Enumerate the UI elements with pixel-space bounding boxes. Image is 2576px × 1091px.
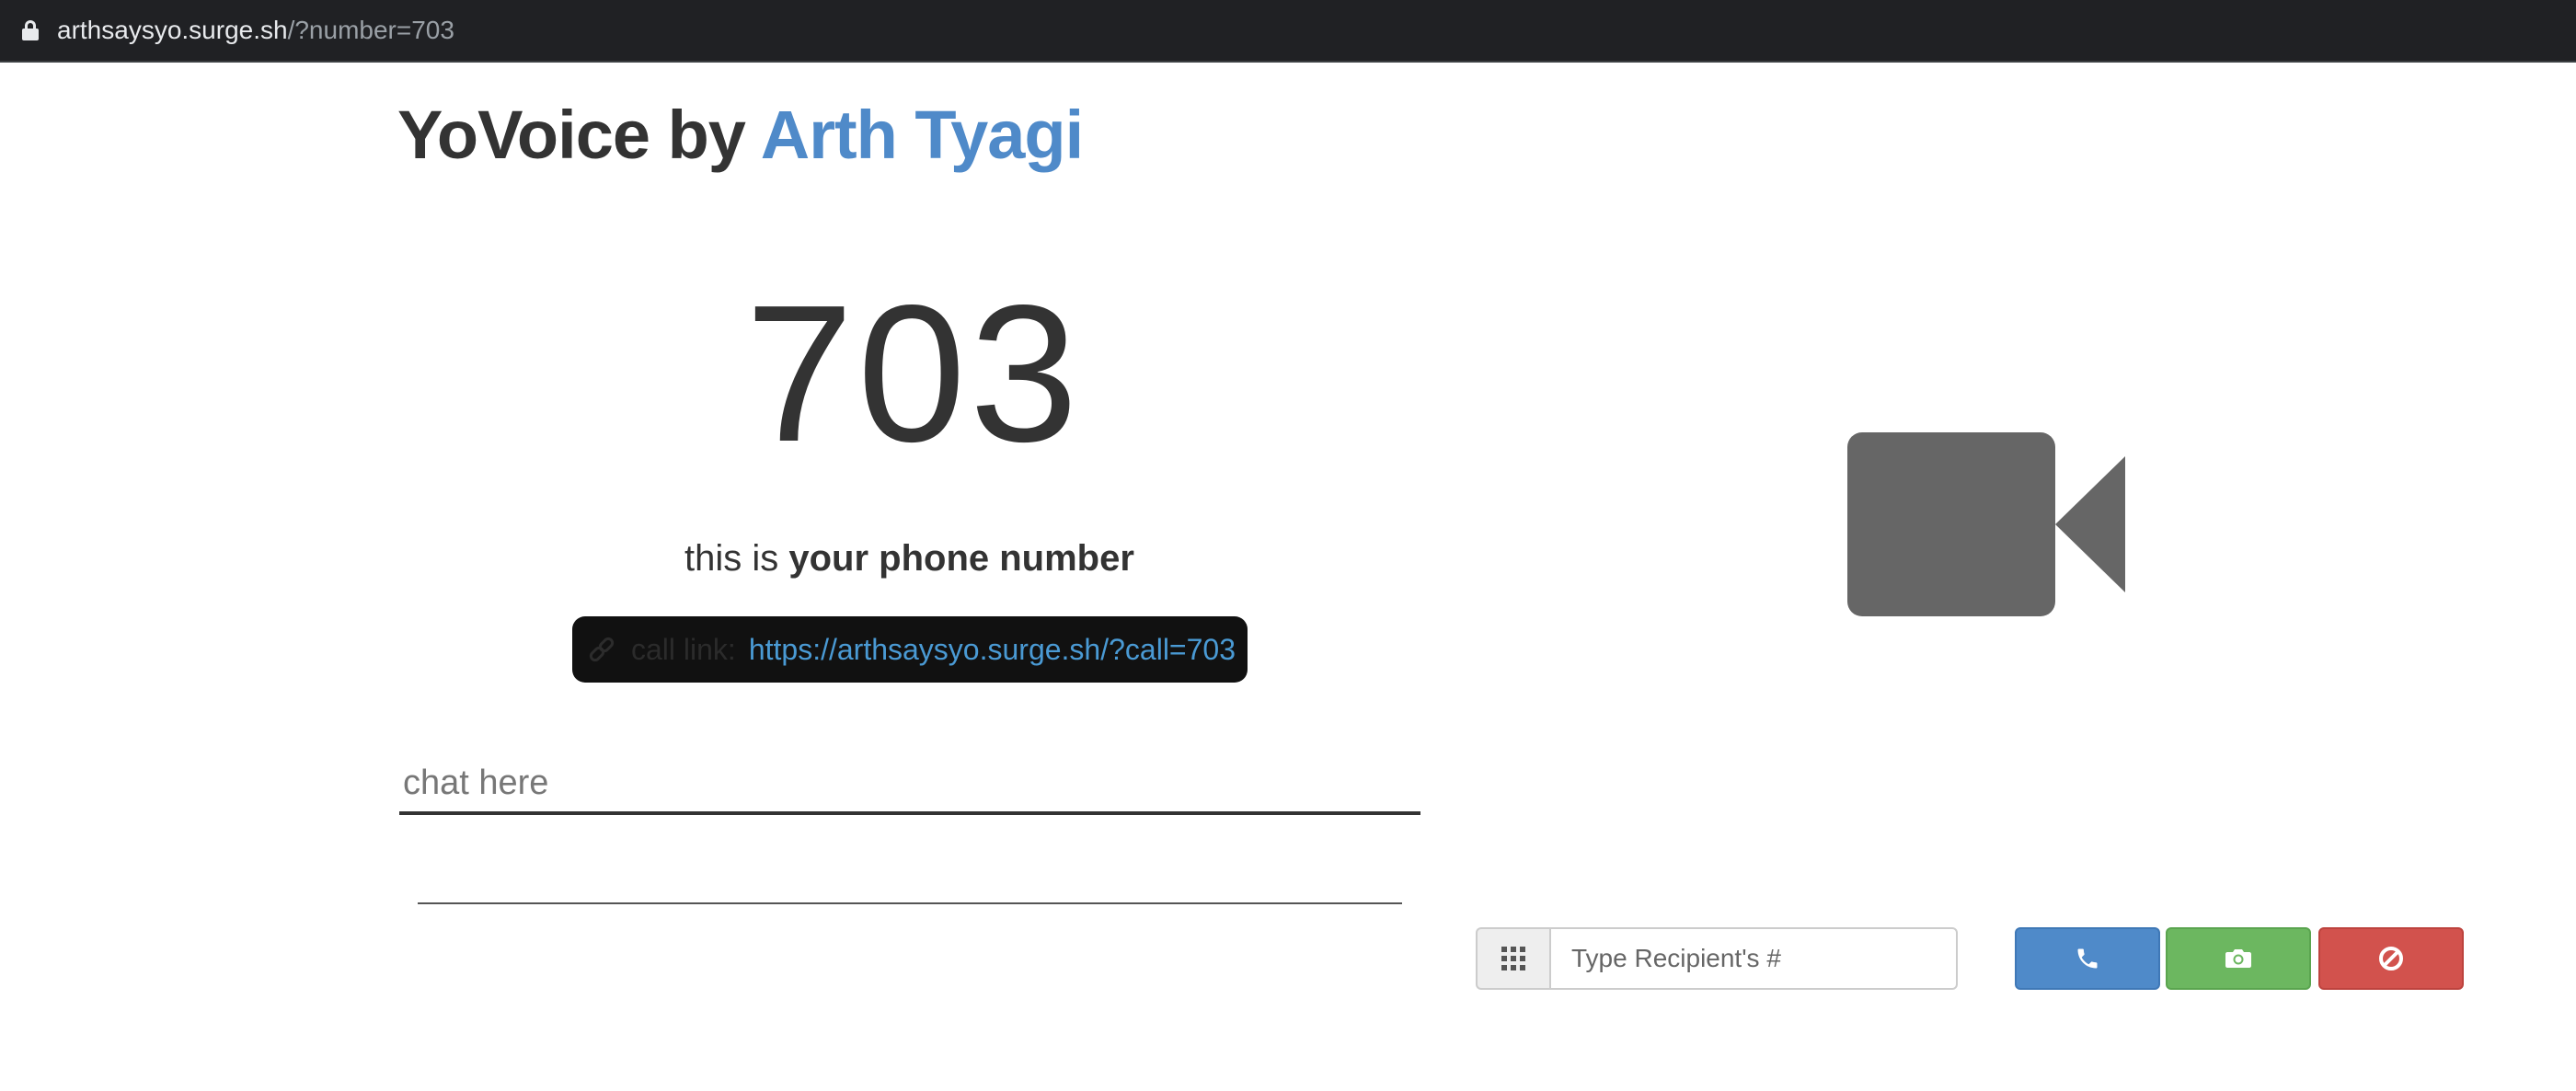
title-prefix: YoVoice by — [397, 97, 761, 173]
caption-prefix: this is — [684, 538, 789, 579]
phone-number-value: 703 — [745, 264, 1082, 482]
caption-bold: your phone number — [788, 538, 1134, 579]
video-camera-icon — [1847, 432, 2125, 616]
author-name: Arth Tyagi — [760, 97, 1084, 173]
recipient-input-group — [1476, 927, 1958, 990]
chat-input[interactable] — [399, 754, 1420, 815]
camera-icon — [2225, 947, 2252, 970]
call-link-box: call link: https://arthsaysyo.surge.sh/?… — [572, 616, 1248, 683]
call-link-label: call link: — [631, 632, 736, 666]
video-call-button[interactable] — [2166, 927, 2311, 990]
browser-address-bar: arthsaysyo.surge.sh/?number=703 — [0, 0, 2576, 63]
dialpad-grid-icon — [1501, 947, 1525, 970]
ban-icon — [2377, 945, 2405, 972]
recipient-number-input[interactable] — [1549, 927, 1958, 990]
url-domain: arthsaysyo.surge.sh — [57, 16, 288, 44]
dialpad-addon[interactable] — [1476, 927, 1549, 990]
phone-icon — [2075, 946, 2100, 971]
hang-up-button[interactable] — [2318, 927, 2464, 990]
voice-call-button[interactable] — [2015, 927, 2160, 990]
app-title: YoVoice by Arth Tyagi — [397, 96, 1084, 174]
url-row[interactable]: arthsaysyo.surge.sh/?number=703 — [22, 15, 454, 46]
call-link-url[interactable]: https://arthsaysyo.surge.sh/?call=703 — [749, 633, 1236, 667]
link-icon — [587, 634, 618, 665]
chat-divider — [418, 902, 1402, 904]
url-text[interactable]: arthsaysyo.surge.sh/?number=703 — [57, 16, 454, 45]
phone-number: 703 — [745, 276, 1082, 471]
phone-caption: this is your phone number — [684, 538, 1134, 580]
lock-icon — [22, 20, 39, 40]
url-path: /?number=703 — [287, 16, 454, 44]
